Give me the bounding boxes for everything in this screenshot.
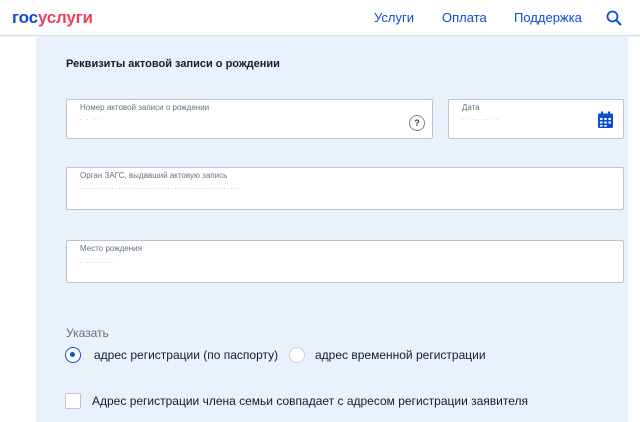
birth-place-label: Место рождения [80, 244, 142, 253]
section-title: Реквизиты актовой записи о рождении [66, 58, 280, 70]
record-number-label: Номер актовой записи о рождении [80, 103, 210, 112]
question-icon[interactable]: ? [409, 115, 425, 131]
registry-office-label: Орган ЗАГС, выдавший актовую запись [80, 171, 228, 180]
logo-text-uslugi: услуги [37, 8, 93, 27]
radio-passport-address-label[interactable]: адрес регистрации (по паспорту) [94, 348, 278, 362]
registry-office-value: ········································… [80, 186, 241, 192]
nav-payment[interactable]: Оплата [442, 10, 487, 25]
registry-office-field[interactable]: Орган ЗАГС, выдавший актовую запись ····… [66, 167, 624, 210]
nav-services[interactable]: Услуги [374, 10, 414, 25]
form-background [36, 37, 628, 422]
calendar-icon[interactable] [597, 111, 614, 129]
date-label: Дата [462, 103, 480, 112]
birth-place-field[interactable]: Место рождения · ········ [66, 240, 624, 283]
logo-text-gos: гос [12, 8, 38, 27]
radio-temporary-address-label[interactable]: адрес временной регистрации [315, 348, 486, 362]
left-margin [0, 37, 36, 422]
radio-passport-address[interactable] [65, 347, 81, 363]
radio-temporary-address[interactable] [289, 347, 305, 363]
birth-place-value: · ········ [80, 260, 115, 266]
record-number-field[interactable]: Номер актовой записи о рождении · · · · [66, 99, 433, 139]
top-header: госуслуги Услуги Оплата Поддержка [0, 0, 640, 36]
search-icon[interactable] [605, 9, 623, 27]
same-address-checkbox-label[interactable]: Адрес регистрации члена семьи совпадает … [92, 394, 528, 408]
right-scroll-area[interactable] [628, 37, 640, 422]
indicate-label: Указать [66, 326, 109, 340]
gosuslugi-logo[interactable]: госуслуги [12, 8, 93, 28]
record-number-value: · · · · [80, 117, 104, 123]
nav-support[interactable]: Поддержка [514, 10, 582, 25]
same-address-checkbox[interactable] [65, 393, 81, 409]
date-value: ·· ·· ·· ·· [462, 117, 500, 123]
